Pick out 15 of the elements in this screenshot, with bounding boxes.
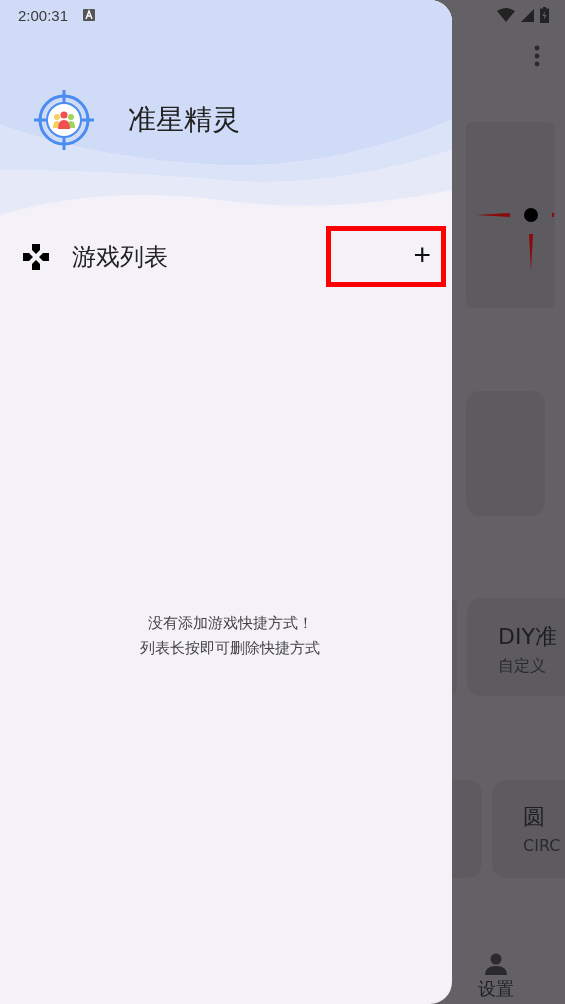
signal-icon <box>521 8 534 22</box>
empty-message: 没有添加游戏快捷方式！ <box>147 614 313 633</box>
status-time: 2:00:31 <box>18 6 69 24</box>
card-title: DIY准 <box>498 623 557 651</box>
wifi-icon <box>497 8 515 22</box>
empty-message: 列表长按即可删除快捷方式 <box>140 639 320 658</box>
app-title: 准星精灵 <box>128 102 240 138</box>
section-label: 游戏列表 <box>72 241 169 273</box>
person-icon[interactable] <box>484 953 508 975</box>
app-logo-icon <box>32 88 96 152</box>
add-button[interactable]: + <box>326 226 446 287</box>
keyboard-indicator-icon <box>83 9 96 21</box>
card-title: 圆 <box>523 803 546 831</box>
gamepad-icon <box>22 242 50 271</box>
battery-icon <box>540 7 549 23</box>
